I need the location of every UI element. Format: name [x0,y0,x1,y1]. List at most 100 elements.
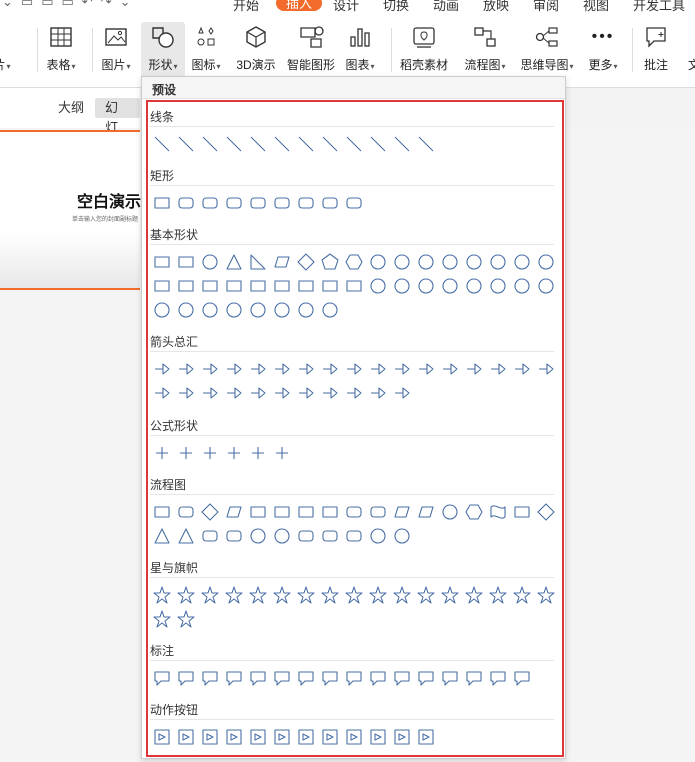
shape-item[interactable] [462,357,486,381]
shape-item[interactable] [270,191,294,215]
shape-item[interactable] [390,250,414,274]
shape-item[interactable] [246,381,270,405]
shape-item[interactable] [294,524,318,548]
shape-item[interactable] [150,524,174,548]
shape-item[interactable] [366,250,390,274]
print-icon[interactable]: ▭ [41,0,53,10]
shape-item[interactable] [390,274,414,298]
shape-item[interactable] [150,298,174,322]
shape-item[interactable] [222,381,246,405]
shape-item[interactable] [270,357,294,381]
shape-item[interactable] [150,191,174,215]
shape-item[interactable] [246,250,270,274]
shape-item[interactable] [270,250,294,274]
shape-item[interactable] [414,357,438,381]
shape-item[interactable] [342,583,366,607]
shape-item[interactable] [366,132,390,156]
text-button[interactable]: 文 [684,22,695,82]
shape-item[interactable] [150,274,174,298]
shape-item[interactable] [534,583,558,607]
shape-item[interactable] [486,274,510,298]
shape-item[interactable] [438,357,462,381]
shape-item[interactable] [294,666,318,690]
shape-item[interactable] [294,500,318,524]
shape-item[interactable] [246,274,270,298]
shape-item[interactable] [174,250,198,274]
shape-item[interactable] [198,298,222,322]
shape-item[interactable] [246,357,270,381]
shape-item[interactable] [390,725,414,749]
shape-item[interactable] [318,725,342,749]
shape-item[interactable] [366,381,390,405]
shape-item[interactable] [246,583,270,607]
shape-item[interactable] [534,500,558,524]
shape-item[interactable] [294,132,318,156]
shape-item[interactable] [534,250,558,274]
shape-item[interactable] [222,583,246,607]
shape-item[interactable] [294,357,318,381]
shape-item[interactable] [294,191,318,215]
shape-item[interactable] [174,524,198,548]
shape-item[interactable] [174,274,198,298]
shape-item[interactable] [318,666,342,690]
shape-item[interactable] [414,583,438,607]
shape-item[interactable] [342,381,366,405]
shape-item[interactable] [534,357,558,381]
redo-icon[interactable]: ↷ [101,0,112,10]
shape-item[interactable] [366,274,390,298]
shape-item[interactable] [270,524,294,548]
slide-subtitle[interactable]: 单击输入您的封面副标题 [72,214,138,223]
chart-button[interactable]: 图表▾ [330,22,390,82]
shape-item[interactable] [222,500,246,524]
shape-item[interactable] [390,357,414,381]
menu-home[interactable]: 开始 [233,0,259,12]
shape-item[interactable] [438,250,462,274]
shape-item[interactable] [174,583,198,607]
shape-item[interactable] [222,274,246,298]
shape-item[interactable] [486,500,510,524]
shape-item[interactable] [246,500,270,524]
shape-item[interactable] [246,191,270,215]
shape-item[interactable] [246,725,270,749]
shape-item[interactable] [438,274,462,298]
shape-item[interactable] [390,524,414,548]
shape-item[interactable] [270,666,294,690]
shape-item[interactable] [510,250,534,274]
shape-item[interactable] [462,500,486,524]
shape-item[interactable] [294,583,318,607]
shape-item[interactable] [222,298,246,322]
shape-item[interactable] [318,357,342,381]
shape-item[interactable] [270,583,294,607]
shape-item[interactable] [222,524,246,548]
shape-item[interactable] [510,666,534,690]
shape-item[interactable] [294,381,318,405]
shape-item[interactable] [342,500,366,524]
shape-item[interactable] [318,583,342,607]
chevron-down-icon[interactable]: ⌄ [2,0,13,10]
shape-item[interactable] [270,381,294,405]
shape-item[interactable] [414,250,438,274]
shape-item[interactable] [198,357,222,381]
shape-item[interactable] [270,274,294,298]
table-button[interactable]: 表格▾ [31,22,91,82]
shape-item[interactable] [414,725,438,749]
shape-item[interactable] [510,500,534,524]
shape-item[interactable] [414,132,438,156]
shape-item[interactable] [198,666,222,690]
menu-review[interactable]: 审阅 [533,0,559,12]
menu-developer[interactable]: 开发工具 [633,0,685,12]
shape-item[interactable] [318,500,342,524]
shape-item[interactable] [174,441,198,465]
shape-item[interactable] [150,357,174,381]
shape-item[interactable] [510,357,534,381]
image-button[interactable]: 图片▾ [86,22,146,82]
shape-item[interactable] [486,666,510,690]
shape-item[interactable] [318,274,342,298]
shape-item[interactable] [366,666,390,690]
shape-item[interactable] [222,725,246,749]
shape-item[interactable] [318,298,342,322]
shape-item[interactable] [366,725,390,749]
shape-item[interactable] [462,583,486,607]
shape-item[interactable] [174,132,198,156]
shape-item[interactable] [342,191,366,215]
